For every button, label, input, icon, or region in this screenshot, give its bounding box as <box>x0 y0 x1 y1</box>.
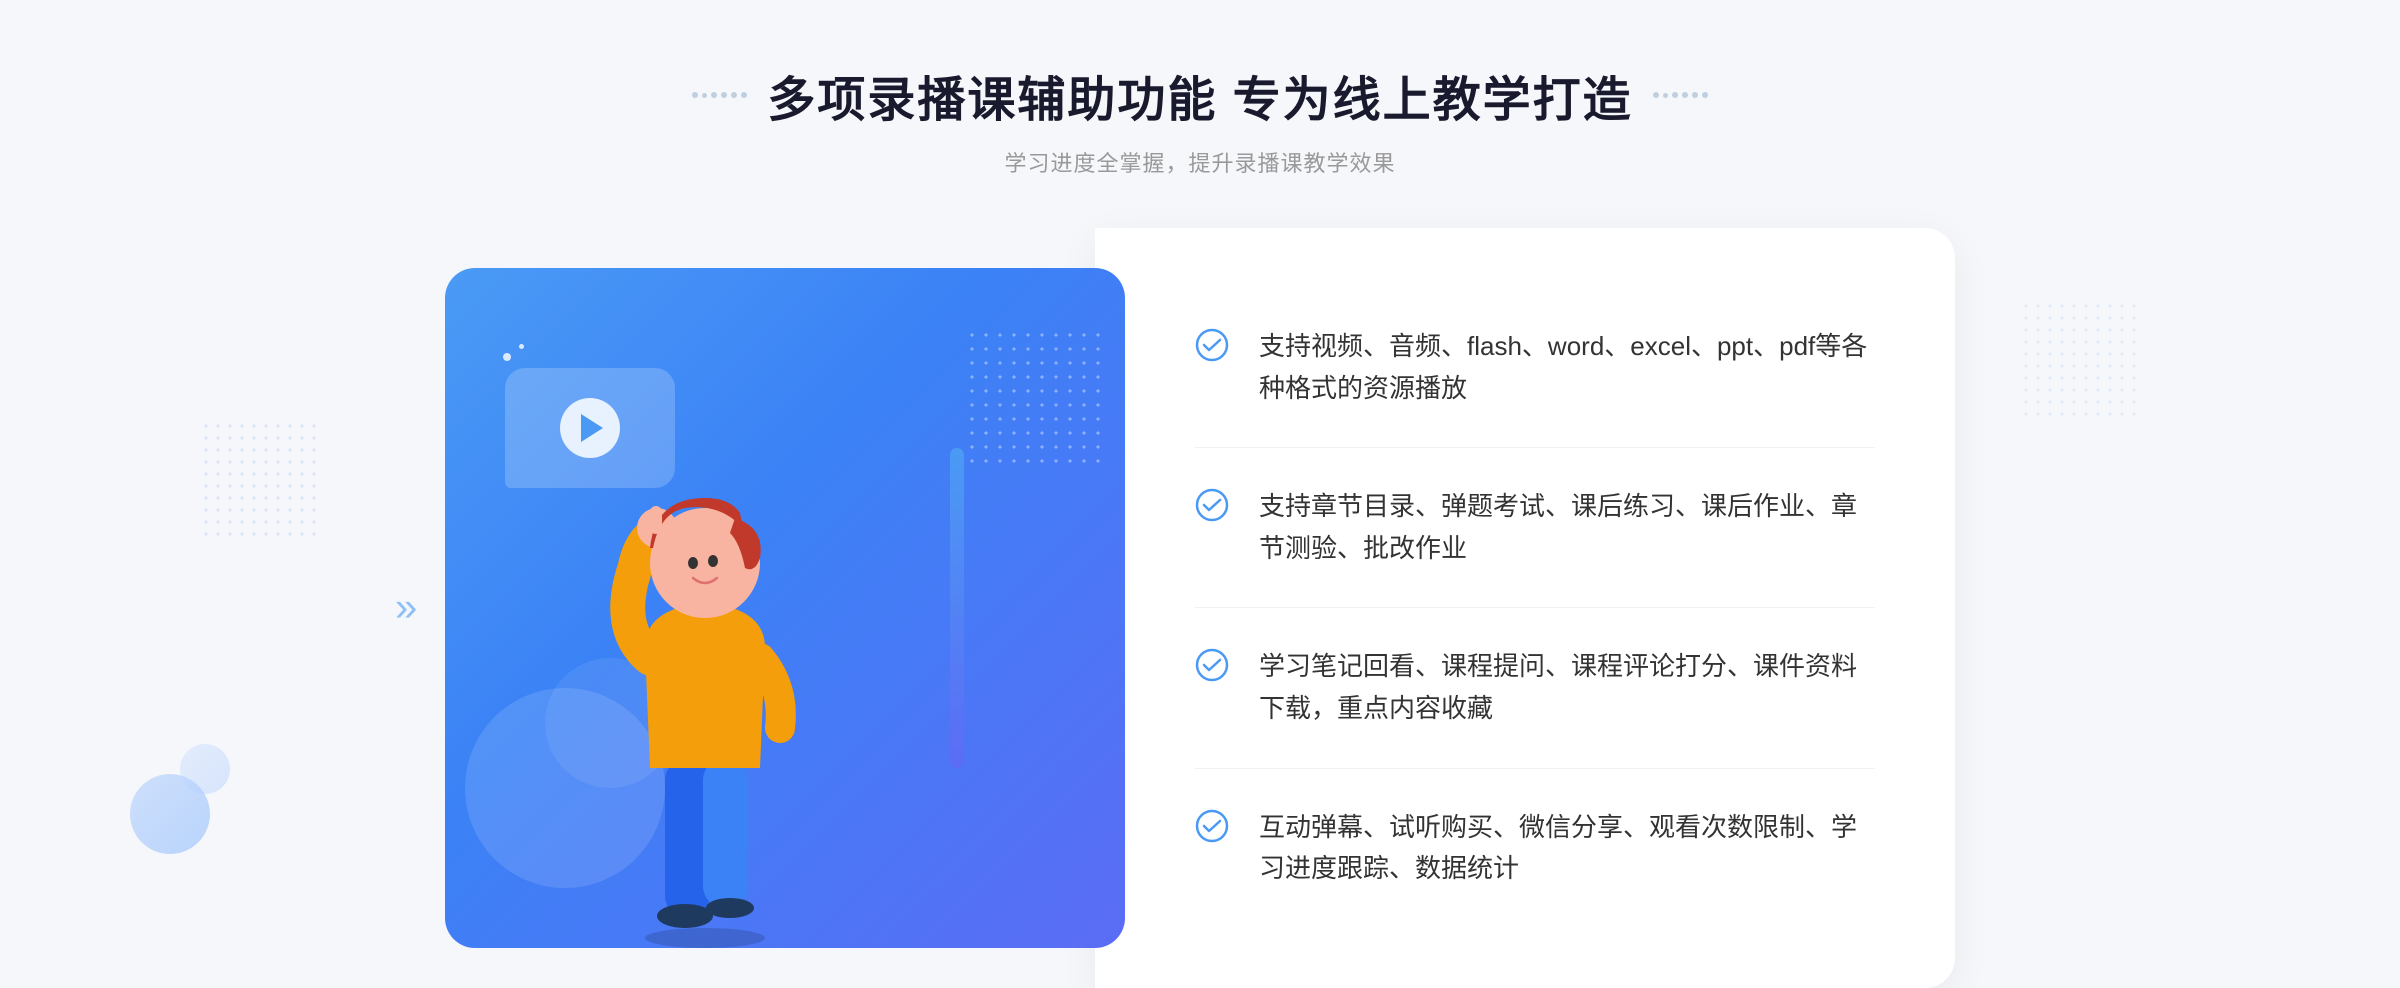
content-area: » <box>300 228 2100 988</box>
blue-accent-bar <box>950 448 964 768</box>
feature-text-1: 支持视频、音频、flash、word、excel、ppt、pdf等各种格式的资源… <box>1259 326 1875 409</box>
bg-dots-left <box>200 420 320 540</box>
feature-item-2: 支持章节目录、弹题考试、课后练习、课后作业、章节测验、批改作业 <box>1195 448 1875 608</box>
arrow-left-decoration: » <box>395 585 417 630</box>
decorator-dots-right <box>1653 92 1708 98</box>
play-triangle-icon <box>581 414 603 442</box>
person-illustration <box>545 448 865 948</box>
header-section: 多项录播课辅助功能 专为线上教学打造 学习进度全掌握，提升录播课教学效果 <box>692 60 1707 178</box>
check-circle-icon-4 <box>1195 809 1229 843</box>
header-decorators: 多项录播课辅助功能 专为线上教学打造 <box>692 60 1707 130</box>
decorator-dots-left <box>692 92 747 98</box>
feature-item-4: 互动弹幕、试听购买、微信分享、观看次数限制、学习进度跟踪、数据统计 <box>1195 769 1875 928</box>
check-circle-icon-2 <box>1195 488 1229 522</box>
feature-text-4: 互动弹幕、试听购买、微信分享、观看次数限制、学习进度跟踪、数据统计 <box>1259 807 1875 890</box>
content-card: 支持视频、音频、flash、word、excel、ppt、pdf等各种格式的资源… <box>1095 228 1955 988</box>
bg-dots-right <box>2020 300 2140 420</box>
sparkle-dot-large <box>503 353 511 361</box>
check-circle-icon-1 <box>1195 328 1229 362</box>
sparkle-dot-small <box>519 344 524 349</box>
sparkle-decoration <box>503 348 524 366</box>
deco-circle-small <box>180 744 230 794</box>
check-circle-icon-3 <box>1195 648 1229 682</box>
grid-dots-decoration <box>965 328 1105 468</box>
subtitle: 学习进度全掌握，提升录播课教学效果 <box>692 146 1707 178</box>
feature-item-1: 支持视频、音频、flash、word、excel、ppt、pdf等各种格式的资源… <box>1195 288 1875 448</box>
feature-text-3: 学习笔记回看、课程提问、课程评论打分、课件资料下载，重点内容收藏 <box>1259 646 1875 729</box>
illustration-card <box>445 268 1125 948</box>
feature-item-3: 学习笔记回看、课程提问、课程评论打分、课件资料下载，重点内容收藏 <box>1195 608 1875 768</box>
page-wrapper: 多项录播课辅助功能 专为线上教学打造 学习进度全掌握，提升录播课教学效果 » <box>0 0 2400 974</box>
chevron-right-icon: » <box>395 585 417 629</box>
feature-text-2: 支持章节目录、弹题考试、课后练习、课后作业、章节测验、批改作业 <box>1259 486 1875 569</box>
main-title: 多项录播课辅助功能 专为线上教学打造 <box>767 60 1632 130</box>
